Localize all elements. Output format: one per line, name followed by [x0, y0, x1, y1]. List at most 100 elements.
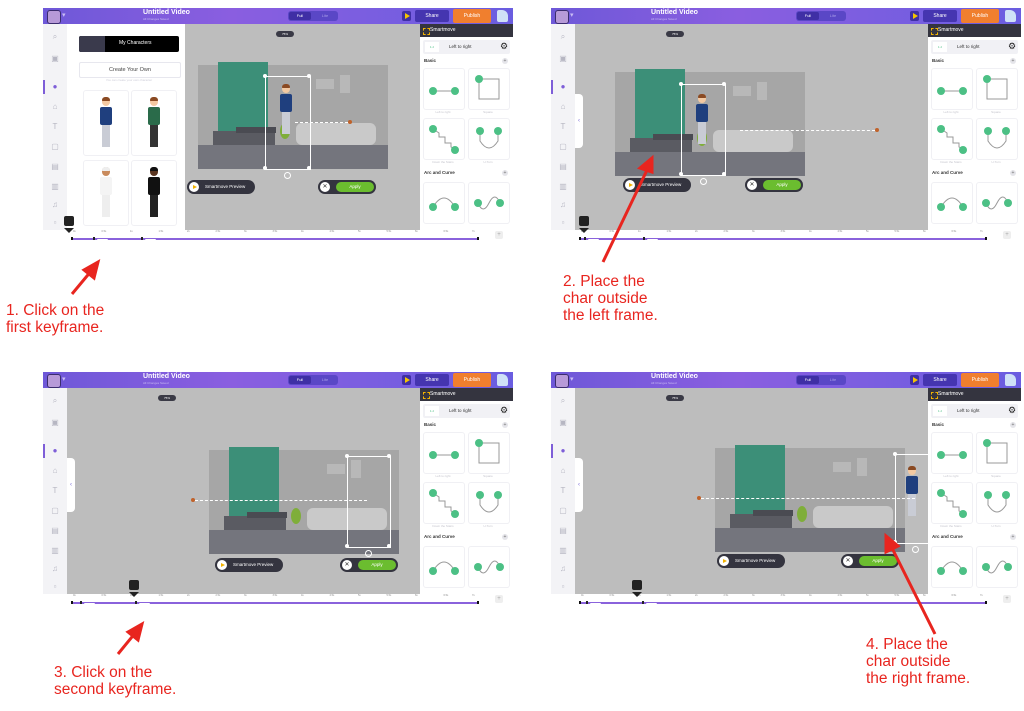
character-icon[interactable]: ● [558, 446, 568, 456]
path-endpoint[interactable] [348, 120, 352, 124]
path-endpoint[interactable] [697, 496, 701, 500]
move-down-the-stairs[interactable] [423, 118, 465, 160]
mode-full[interactable]: Full [289, 376, 311, 384]
keyframe-marker[interactable] [643, 237, 645, 240]
keyframe-marker[interactable] [135, 601, 137, 604]
search-icon[interactable]: ⌕ [558, 32, 568, 42]
expand-icon[interactable]: + [1010, 534, 1016, 540]
resize-handle[interactable] [722, 82, 726, 86]
expand-icon[interactable]: + [502, 534, 508, 540]
selected-move[interactable]: •-• Left to right ⚙ [931, 404, 1018, 418]
scene-background[interactable] [715, 445, 905, 552]
character-on-stage[interactable] [695, 94, 709, 146]
selected-move[interactable]: •-• Left to right ⚙ [423, 40, 510, 54]
play-icon[interactable] [910, 375, 919, 385]
motion-path[interactable] [295, 122, 348, 123]
search-icon[interactable]: ⌕ [50, 396, 60, 406]
selected-move[interactable]: •-• Left to right ⚙ [423, 404, 510, 418]
motion-path[interactable] [195, 500, 367, 501]
publish-button[interactable]: Publish [453, 9, 491, 23]
media-icon[interactable]: ▢ [50, 142, 60, 152]
zoom-in-button[interactable]: + [1003, 231, 1011, 239]
keyframe-thumbnail[interactable] [97, 239, 108, 240]
expand-icon[interactable]: + [502, 170, 508, 176]
keyframe-thumbnail[interactable] [647, 239, 658, 240]
resize-handle[interactable] [263, 74, 267, 78]
move-arc[interactable] [423, 546, 465, 588]
keyframe-thumbnail[interactable] [145, 239, 156, 240]
move-down-the-stairs[interactable] [423, 482, 465, 524]
chevron-down-icon[interactable]: ▾ [570, 11, 574, 19]
collapse-panel-handle[interactable]: ‹ [67, 458, 75, 512]
move-arc[interactable] [931, 182, 973, 224]
zoom-in-button[interactable]: + [495, 595, 503, 603]
resize-handle[interactable] [263, 166, 267, 170]
character-icon[interactable]: ● [558, 82, 568, 92]
keyframe-marker[interactable] [642, 601, 644, 604]
stage-canvas[interactable]: 75% ‹ Smartmove Preview ✕ Apply [575, 388, 937, 604]
move-square[interactable] [976, 68, 1018, 110]
close-icon[interactable]: ✕ [747, 180, 757, 190]
track-end-handle[interactable] [477, 601, 479, 604]
close-icon[interactable]: ✕ [843, 556, 853, 566]
close-icon[interactable]: ✕ [342, 560, 352, 570]
playhead-icon[interactable] [64, 216, 74, 226]
templates-icon[interactable]: ▣ [558, 54, 568, 64]
keyframe-marker[interactable] [586, 601, 588, 604]
sticker-icon[interactable]: ▫ [50, 582, 60, 592]
stage-canvas[interactable]: 75% ‹ Smartmove Preview ✕ Apply [185, 24, 420, 240]
rotate-handle-icon[interactable] [284, 172, 291, 179]
music-icon[interactable]: ♫ [558, 564, 568, 574]
move-arc[interactable] [931, 546, 973, 588]
home-icon[interactable]: ⌂ [558, 466, 568, 476]
templates-icon[interactable]: ▣ [50, 418, 60, 428]
timeline-ruler[interactable]: 0s 0.5s 1s 1.5s 2s 2.5s 3s 3.5s 4s 4.5s 5s 5.5s 6s 6.… [581, 230, 986, 236]
library-tab[interactable] [79, 36, 105, 52]
playhead-icon[interactable] [579, 216, 589, 226]
resize-handle[interactable] [307, 74, 311, 78]
video-icon[interactable]: ▥ [558, 182, 568, 192]
gear-icon[interactable]: ⚙ [500, 41, 508, 52]
home-icon[interactable]: ⌂ [50, 102, 60, 112]
expand-icon[interactable]: + [1010, 170, 1016, 176]
help-icon[interactable] [497, 10, 508, 22]
expand-icon[interactable]: + [1010, 422, 1016, 428]
rotate-handle-icon[interactable] [912, 546, 919, 553]
mode-lite[interactable]: Lite [314, 12, 336, 20]
create-your-own-button[interactable]: Create Your Own [79, 62, 181, 78]
character-card[interactable] [131, 160, 177, 226]
play-icon[interactable] [910, 11, 919, 21]
playhead-icon[interactable] [129, 580, 139, 590]
track-start-handle[interactable] [579, 601, 581, 604]
character-icon[interactable]: ● [50, 82, 60, 92]
zoom-in-button[interactable]: + [1003, 595, 1011, 603]
smartmove-preview-button[interactable]: Smartmove Preview [717, 554, 785, 568]
apply-button[interactable]: Apply [358, 560, 396, 570]
gear-icon[interactable]: ⚙ [1008, 405, 1016, 416]
media-icon[interactable]: ▢ [558, 142, 568, 152]
move-down-the-stairs[interactable] [931, 482, 973, 524]
character-track[interactable] [71, 238, 479, 240]
character-on-stage[interactable] [279, 84, 293, 136]
stage-canvas[interactable]: 75% ‹ Smartmove Preview ✕ Apply [575, 24, 928, 240]
rotate-handle-icon[interactable] [699, 178, 707, 185]
resize-handle[interactable] [345, 454, 349, 458]
publish-button[interactable]: Publish [961, 373, 999, 387]
sticker-icon[interactable]: ▫ [50, 218, 60, 228]
move-square[interactable] [468, 68, 510, 110]
move-u-turn[interactable] [976, 482, 1018, 524]
character-card[interactable] [131, 90, 177, 156]
home-icon[interactable]: ⌂ [50, 466, 60, 476]
keyframe-thumbnail[interactable] [646, 603, 657, 604]
keyframe-marker[interactable] [141, 237, 143, 240]
stage-canvas[interactable]: 75% ‹ Smartmove Preview ✕ Apply [67, 388, 420, 604]
expand-icon[interactable]: + [502, 422, 508, 428]
move-square[interactable] [468, 432, 510, 474]
character-card[interactable] [83, 160, 129, 226]
play-icon[interactable] [402, 375, 411, 385]
app-logo-icon[interactable] [555, 374, 569, 388]
play-icon[interactable] [402, 11, 411, 21]
resize-handle[interactable] [893, 452, 897, 456]
video-title[interactable]: Untitled Video [651, 373, 698, 380]
music-icon[interactable]: ♫ [50, 564, 60, 574]
